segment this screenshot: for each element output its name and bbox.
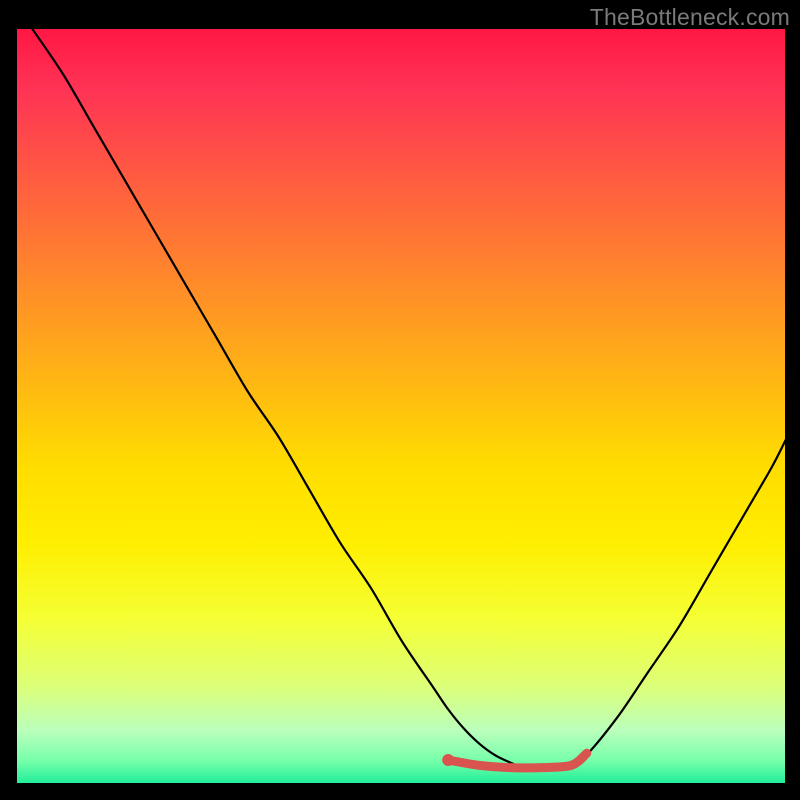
- chart-container: TheBottleneck.com: [0, 0, 800, 800]
- highlight-segment-line: [442, 753, 587, 768]
- bottleneck-curve-line: [32, 29, 787, 770]
- watermark-text: TheBottleneck.com: [590, 4, 790, 31]
- chart-svg: [17, 29, 787, 785]
- plot-area: [15, 29, 785, 785]
